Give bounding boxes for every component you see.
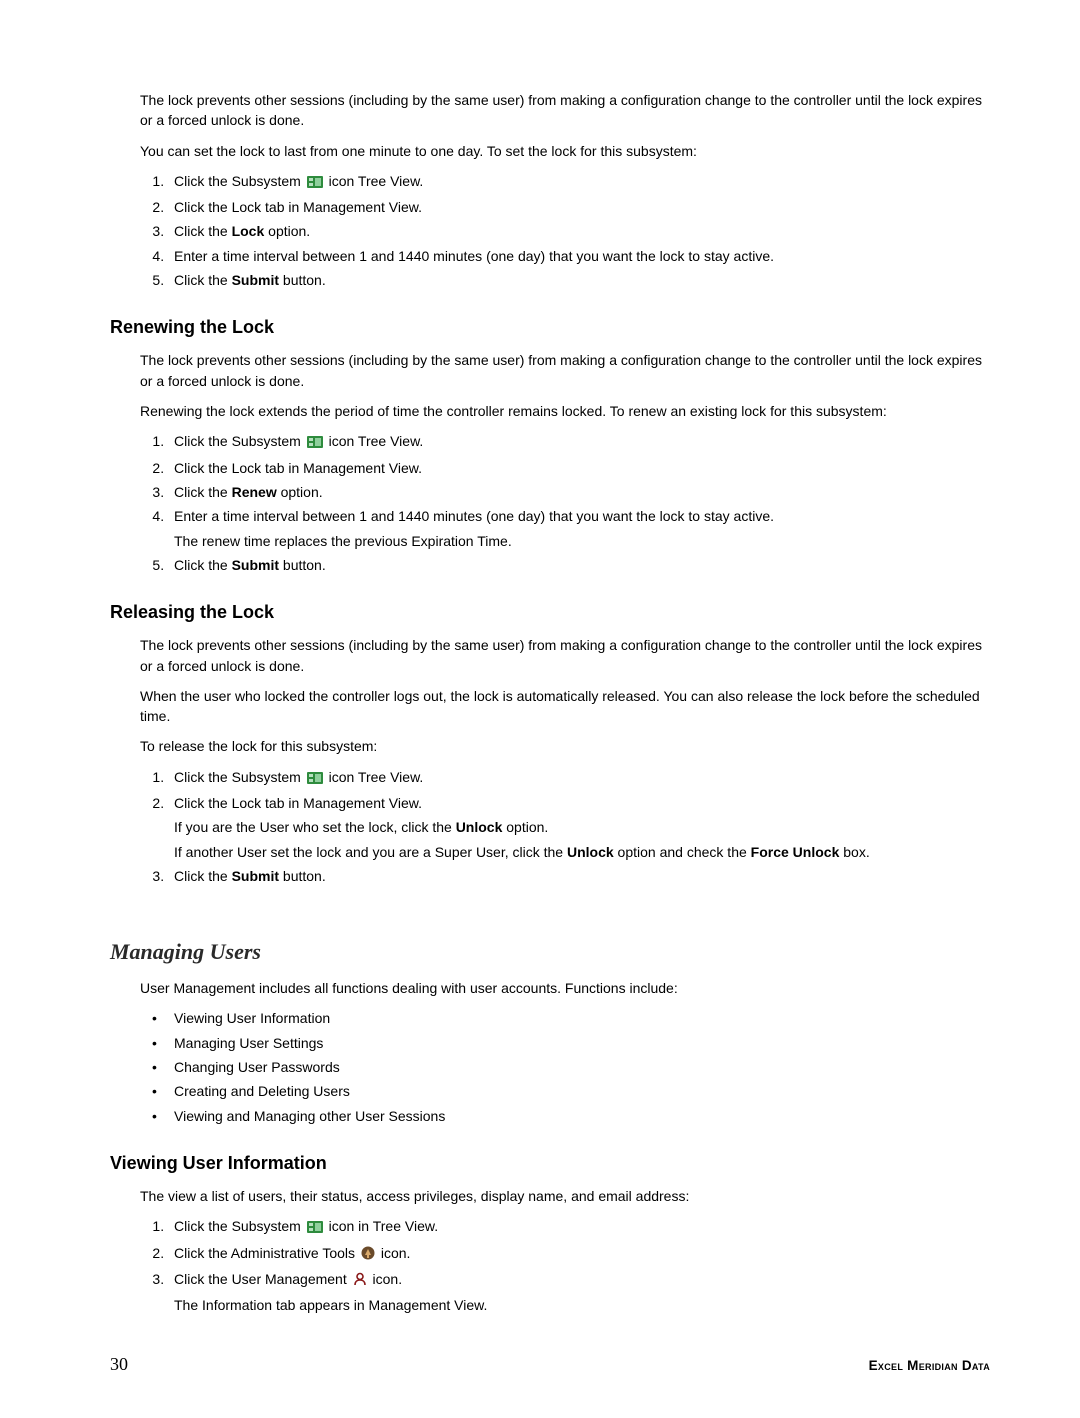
bold-option: Unlock [456,819,503,835]
bold-option: Unlock [567,844,614,860]
step-text: Click the Subsystem [174,173,305,189]
bold-option: Submit [232,868,279,884]
list-item: Click the Submit button. [168,866,990,886]
footer-brand: Excel Meridian Data [869,1356,990,1376]
list-item: Viewing User Information [168,1008,990,1028]
step-text: Click the [174,868,232,884]
admin-tools-icon [361,1245,375,1265]
note-text: box. [839,844,869,860]
list-item: Click the Lock tab in Management View. [168,458,990,478]
list-item: Click the Subsystem icon Tree View. [168,767,990,789]
list-item: Changing User Passwords [168,1057,990,1077]
page-footer: 30 Excel Meridian Data [110,1351,990,1377]
step-text: Click the User Management [174,1271,351,1287]
viewing-steps-list: Click the Subsystem icon in Tree View. C… [140,1216,990,1315]
note-text: option and check the [614,844,751,860]
list-item: Click the Lock tab in Management View. [168,197,990,217]
release-paragraph-2: When the user who locked the controller … [140,686,990,727]
step-text: Click the [174,272,232,288]
list-item: Click the Subsystem icon in Tree View. [168,1216,990,1238]
list-item: Enter a time interval between 1 and 1440… [168,506,990,551]
intro-paragraph-2: You can set the lock to last from one mi… [140,141,990,161]
viewing-user-info-heading: Viewing User Information [110,1150,990,1176]
subsystem-icon [307,1218,323,1238]
managing-paragraph: User Management includes all functions d… [140,978,990,998]
list-item: Creating and Deleting Users [168,1081,990,1101]
step-text: Click the Subsystem [174,769,305,785]
managing-users-heading: Managing Users [110,936,990,968]
managing-bullets: Viewing User Information Managing User S… [140,1008,990,1125]
step-text: option. [277,484,323,500]
intro-paragraph-1: The lock prevents other sessions (includ… [140,90,990,131]
viewing-paragraph: The view a list of users, their status, … [140,1186,990,1206]
step-text: Enter a time interval between 1 and 1440… [174,508,774,524]
step-note: The Information tab appears in Managemen… [174,1295,990,1315]
list-item: Click the Submit button. [168,555,990,575]
step-note: The renew time replaces the previous Exp… [174,531,990,551]
page-number: 30 [110,1351,128,1377]
list-item: Click the Submit button. [168,270,990,290]
step-note: If another User set the lock and you are… [174,842,990,862]
step-text: icon. [377,1245,410,1261]
list-item: Managing User Settings [168,1033,990,1053]
bold-option: Submit [232,557,279,573]
list-item: Click the Renew option. [168,482,990,502]
release-steps-list: Click the Subsystem icon Tree View. Clic… [140,767,990,886]
step-text: button. [279,868,326,884]
step-text: Click the Subsystem [174,433,305,449]
renew-paragraph-2: Renewing the lock extends the period of … [140,401,990,421]
step-text: Click the Administrative Tools [174,1245,359,1261]
renewing-lock-heading: Renewing the Lock [110,314,990,340]
releasing-lock-heading: Releasing the Lock [110,599,990,625]
step-text: option. [264,223,310,239]
step-text: Click the Subsystem [174,1218,305,1234]
step-text: Click the [174,557,232,573]
subsystem-icon [307,173,323,193]
step-text: button. [279,272,326,288]
list-item: Enter a time interval between 1 and 1440… [168,246,990,266]
bold-option: Renew [232,484,277,500]
note-text: If you are the User who set the lock, cl… [174,819,456,835]
step-text: Click the Lock tab in Management View. [174,795,422,811]
step-text: button. [279,557,326,573]
renew-paragraph-1: The lock prevents other sessions (includ… [140,350,990,391]
step-text: icon. [369,1271,402,1287]
bold-option: Force Unlock [751,844,840,860]
note-text: option. [502,819,548,835]
step-text: icon Tree View. [325,173,424,189]
user-icon [353,1271,367,1291]
list-item: Click the Administrative Tools icon. [168,1243,990,1265]
intro-steps-list: Click the Subsystem icon Tree View. Clic… [140,171,990,290]
step-text: icon Tree View. [325,769,424,785]
step-note: If you are the User who set the lock, cl… [174,817,990,837]
subsystem-icon [307,769,323,789]
subsystem-icon [307,433,323,453]
release-paragraph-1: The lock prevents other sessions (includ… [140,635,990,676]
list-item: Viewing and Managing other User Sessions [168,1106,990,1126]
renew-steps-list: Click the Subsystem icon Tree View. Clic… [140,431,990,575]
step-text: Click the [174,223,232,239]
bold-option: Submit [232,272,279,288]
step-text: Click the [174,484,232,500]
release-paragraph-3: To release the lock for this subsystem: [140,736,990,756]
step-text: icon in Tree View. [325,1218,438,1234]
list-item: Click the Subsystem icon Tree View. [168,431,990,453]
list-item: Click the User Management icon. The Info… [168,1269,990,1316]
bold-option: Lock [232,223,265,239]
list-item: Click the Lock tab in Management View. I… [168,793,990,862]
list-item: Click the Subsystem icon Tree View. [168,171,990,193]
step-text: icon Tree View. [325,433,424,449]
note-text: If another User set the lock and you are… [174,844,567,860]
list-item: Click the Lock option. [168,221,990,241]
